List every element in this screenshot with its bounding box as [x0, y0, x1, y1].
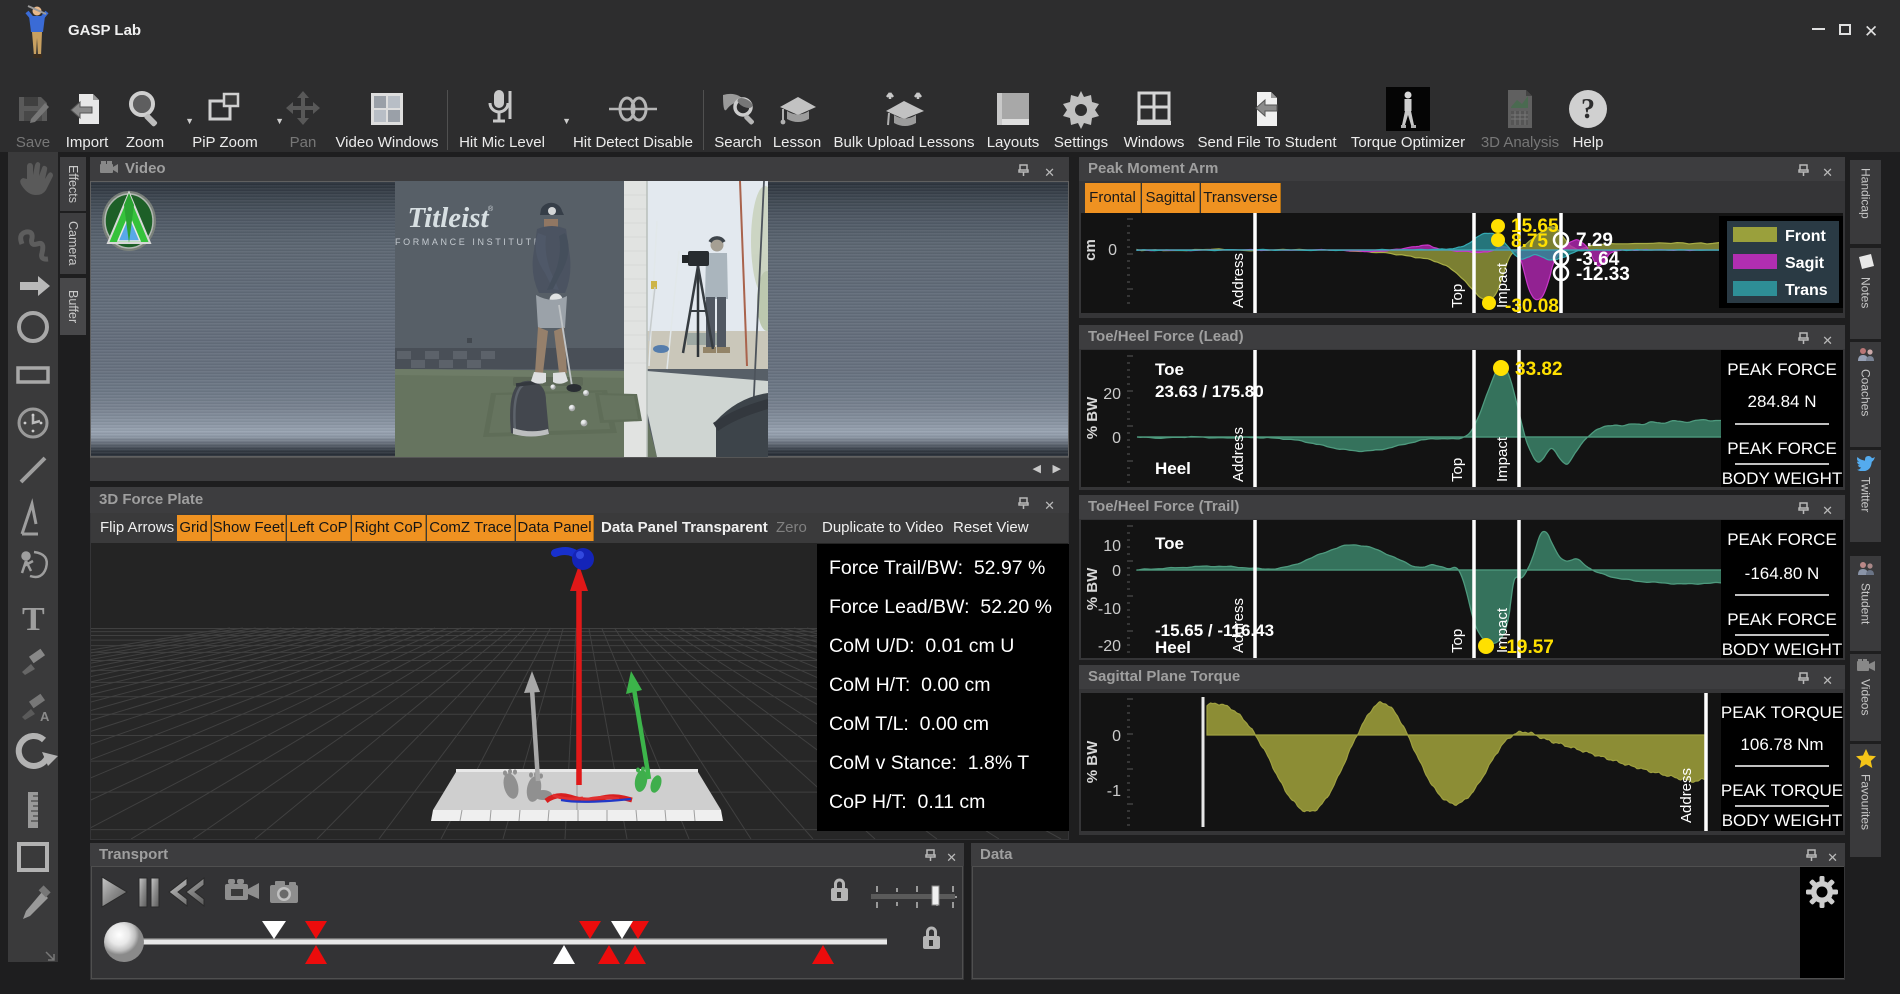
svg-text:0: 0	[1108, 242, 1117, 259]
svg-text:BODY WEIGHT: BODY WEIGHT	[1722, 469, 1843, 487]
svg-text:Toe: Toe	[1155, 360, 1184, 379]
svg-text:-19.57: -19.57	[1500, 637, 1554, 658]
svg-text:BODY WEIGHT: BODY WEIGHT	[1722, 640, 1843, 658]
svg-text:-164.80 N: -164.80 N	[1745, 564, 1820, 583]
svg-text:Top: Top	[1449, 284, 1466, 308]
svg-text:20: 20	[1103, 386, 1121, 403]
svg-text:T: T	[22, 601, 45, 638]
svg-text:PEAK FORCE: PEAK FORCE	[1727, 439, 1837, 458]
svg-text:-12.33: -12.33	[1576, 264, 1630, 285]
svg-text:PEAK TORQUE: PEAK TORQUE	[1721, 781, 1843, 800]
svg-text:0: 0	[1112, 728, 1121, 745]
svg-text:?: ?	[1581, 94, 1595, 125]
svg-text:Front: Front	[1785, 228, 1827, 245]
svg-text:0: 0	[1112, 430, 1121, 447]
svg-text:106.78 Nm: 106.78 Nm	[1740, 735, 1823, 754]
svg-text:PEAK FORCE: PEAK FORCE	[1727, 530, 1837, 549]
svg-text:Address: Address	[1230, 253, 1247, 308]
svg-text:Heel: Heel	[1155, 638, 1191, 657]
svg-text:-20: -20	[1098, 638, 1121, 655]
svg-text:% BW: % BW	[1084, 396, 1101, 439]
svg-text:Top: Top	[1449, 629, 1466, 653]
svg-text:cm: cm	[1082, 239, 1099, 261]
svg-text:A: A	[40, 709, 50, 724]
svg-text:23.63 / 175.80: 23.63 / 175.80	[1155, 382, 1264, 401]
svg-text:Trans: Trans	[1785, 282, 1828, 299]
svg-text:33.82: 33.82	[1515, 359, 1563, 380]
svg-text:-10: -10	[1098, 601, 1121, 618]
svg-text:% BW: % BW	[1084, 740, 1101, 783]
svg-text:PEAK FORCE: PEAK FORCE	[1727, 610, 1837, 629]
svg-text:8.75: 8.75	[1511, 231, 1548, 252]
svg-text:10: 10	[1103, 538, 1121, 555]
svg-text:Toe: Toe	[1155, 534, 1184, 553]
svg-text:-30.08: -30.08	[1505, 296, 1559, 313]
svg-text:7.29: 7.29	[1576, 230, 1613, 251]
svg-text:Heel: Heel	[1155, 459, 1191, 478]
svg-text:BODY WEIGHT: BODY WEIGHT	[1722, 811, 1843, 830]
svg-text:-1: -1	[1107, 783, 1121, 800]
svg-text:Address: Address	[1678, 768, 1695, 823]
svg-text:284.84 N: 284.84 N	[1748, 392, 1817, 411]
svg-text:Top: Top	[1449, 458, 1466, 482]
svg-text:0: 0	[1112, 563, 1121, 580]
svg-text:PEAK FORCE: PEAK FORCE	[1727, 360, 1837, 379]
svg-text:Impact: Impact	[1494, 436, 1511, 482]
svg-text:Address: Address	[1230, 427, 1247, 482]
svg-text:PEAK TORQUE: PEAK TORQUE	[1721, 703, 1843, 722]
svg-text:Sagit: Sagit	[1785, 255, 1825, 272]
